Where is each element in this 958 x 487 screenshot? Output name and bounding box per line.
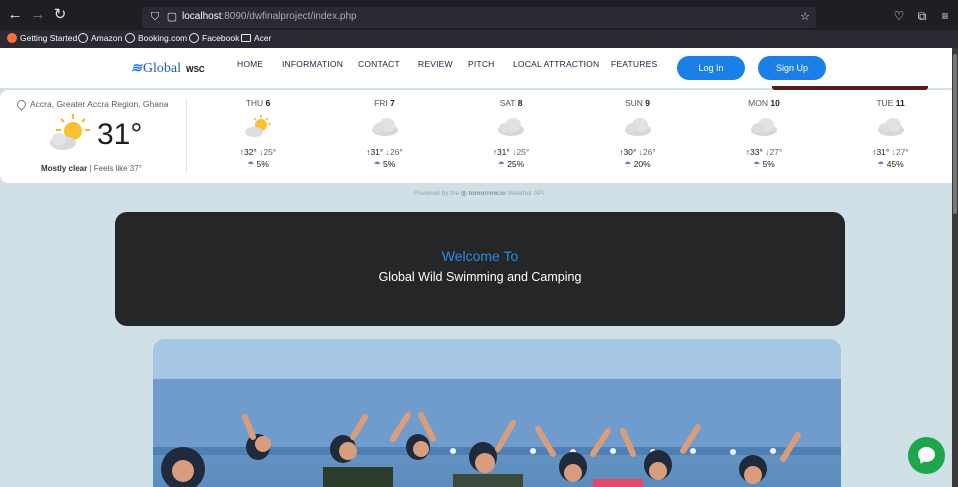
location-pin-icon [15, 97, 28, 111]
condition-text: Mostly clear | Feels like 37° [41, 164, 142, 173]
forecast-day-name: SAT 8 [499, 98, 523, 108]
forecast-precipitation: ☂ 5% [247, 159, 269, 169]
reload-icon[interactable]: ↻ [52, 7, 68, 23]
forecast-precipitation: ☂ 5% [373, 159, 396, 169]
bookmark-facebook[interactable]: Facebook [189, 33, 239, 43]
forecast-day-name: MON 10 [748, 98, 780, 108]
scrollbar-thumb[interactable] [953, 54, 957, 214]
weather-widget: Accra, Greater Accra Region, Ghana 31° M… [0, 90, 958, 183]
forecast-precipitation: ☂ 5% [753, 159, 775, 169]
globe-icon [78, 33, 88, 43]
forecast-high-low: ↑30° ↓26° [619, 147, 656, 157]
current-temperature: 31° [97, 118, 143, 151]
nav-information[interactable]: INFORMATION [282, 59, 343, 69]
firefox-icon [7, 33, 17, 43]
cloud-icon [877, 118, 904, 136]
cloud-icon [371, 118, 398, 136]
welcome-banner: Welcome To Global Wild Swimming and Camp… [115, 212, 845, 326]
forecast-day-name: TUE 11 [876, 98, 905, 108]
back-arrow-icon[interactable]: ← [7, 7, 23, 23]
nav-contact[interactable]: CONTACT [358, 59, 400, 69]
extensions-icon[interactable]: ⧉ [914, 8, 930, 24]
forecast-precipitation: ☂ 25% [497, 159, 525, 169]
site-logo[interactable]: ≋ Global WSC [131, 60, 205, 77]
forecast-day-name: THU 6 [245, 98, 271, 108]
nav-features[interactable]: FEATURES [611, 59, 657, 69]
umbrella-icon: ☂ [497, 160, 508, 169]
forecast-day: TUE 11 ↑31° ↓27° ☂ 45% [851, 98, 931, 169]
site-navbar: ≋ Global WSC HOME INFORMATION CONTACT RE… [0, 48, 958, 88]
forecast-precipitation: ☂ 45% [877, 159, 904, 169]
hero-image [153, 339, 841, 487]
welcome-title: Welcome To [441, 248, 519, 264]
sun-cloud-icon [50, 114, 90, 150]
weather-location: Accra, Greater Accra Region, Ghana [15, 97, 168, 111]
page-info-icon[interactable]: ▢ [165, 10, 179, 24]
bookmark-acer[interactable]: Acer [241, 33, 271, 43]
forecast-high-low: ↑32° ↓25° [239, 147, 277, 157]
weather-divider [186, 98, 187, 174]
umbrella-icon: ☂ [247, 160, 257, 169]
cloud-icon [751, 118, 777, 136]
nav-review[interactable]: REVIEW [418, 59, 453, 69]
cloud-icon [498, 118, 524, 136]
bookmarks-bar: Getting Started Amazon Booking.com Faceb… [0, 30, 958, 48]
umbrella-icon: ☂ [877, 160, 887, 169]
umbrella-icon: ☂ [373, 160, 384, 169]
globe-icon [125, 33, 135, 43]
bookmark-amazon[interactable]: Amazon [78, 33, 122, 43]
login-button[interactable]: Log In [677, 56, 745, 80]
sun-cloud-icon [245, 115, 271, 137]
welcome-subtitle: Global Wild Swimming and Camping [378, 270, 582, 284]
signup-button[interactable]: Sign Up [758, 56, 826, 80]
menu-icon[interactable]: ≡ [937, 8, 953, 24]
bookmark-star-icon[interactable]: ☆ [798, 10, 812, 24]
bookmark-booking[interactable]: Booking.com [125, 33, 187, 43]
folder-icon [241, 34, 251, 42]
forecast-high-low: ↑31° ↓26° [366, 147, 403, 157]
forecast-day: MON 10 ↑33° ↓27° ☂ 5% [724, 98, 804, 169]
nav-local-attraction[interactable]: LOCAL ATTRACTION [513, 59, 599, 69]
cloud-icon [624, 118, 651, 136]
forecast-day-name: SUN 9 [624, 98, 651, 108]
globe-icon [189, 33, 199, 43]
forecast-high-low: ↑31° ↓27° [872, 147, 909, 157]
powered-by: Powered by the ◎ tomorrow.io Weather API [414, 190, 544, 197]
forecast-precipitation: ☂ 20% [624, 159, 651, 169]
shield-icon[interactable]: ⛉ [148, 10, 162, 24]
umbrella-icon: ☂ [624, 160, 634, 169]
forecast-day: FRI 7 ↑31° ↓26° ☂ 5% [345, 98, 425, 169]
forecast-day-name: FRI 7 [374, 98, 395, 108]
forecast-high-low: ↑33° ↓27° [745, 147, 783, 157]
wave-icon: ≋ [131, 60, 142, 75]
umbrella-icon: ☂ [753, 160, 763, 169]
url-bar[interactable]: ⛉ ▢ localhost:8090/dwfinalproject/index.… [142, 7, 816, 28]
bookmark-getting-started[interactable]: Getting Started [7, 33, 77, 43]
forecast-day: SUN 9 ↑30° ↓26° ☂ 20% [598, 98, 678, 169]
forecast-high-low: ↑31° ↓25° [492, 147, 530, 157]
forecast-day: THU 6 ↑32° ↓25° ☂ 5% [218, 98, 298, 169]
nav-pitch[interactable]: PITCH [468, 59, 495, 69]
browser-toolbar: ← → ↻ ⛉ ▢ localhost:8090/dwfinalproject/… [0, 0, 958, 30]
pocket-icon[interactable]: ♡ [891, 8, 907, 24]
swimmers-photo [153, 339, 841, 487]
chat-button[interactable] [908, 437, 945, 474]
nav-home[interactable]: HOME [237, 59, 263, 69]
page-scrollbar[interactable] [952, 48, 958, 487]
forecast-day: SAT 8 ↑31° ↓25° ☂ 25% [471, 98, 551, 169]
forward-arrow-icon[interactable]: → [30, 7, 46, 23]
url-text[interactable]: localhost:8090/dwfinalproject/index.php [182, 11, 357, 22]
